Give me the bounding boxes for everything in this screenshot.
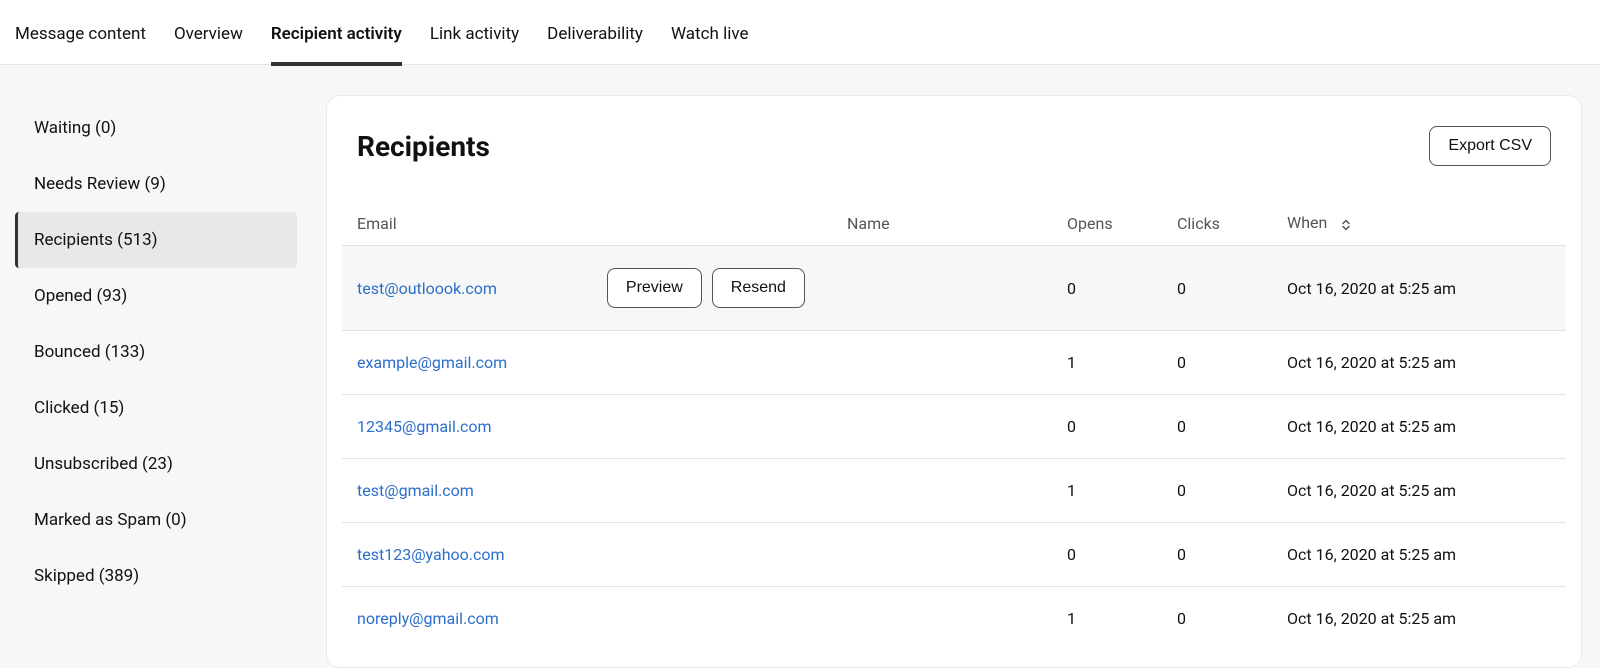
tab-recipient-activity[interactable]: Recipient activity: [271, 18, 402, 66]
resend-button[interactable]: Resend: [712, 268, 805, 308]
column-header-when-label: When: [1287, 213, 1327, 232]
recipient-name-cell: [832, 587, 1052, 651]
recipient-opens-cell: 0: [1052, 395, 1162, 459]
recipient-opens-cell: 1: [1052, 587, 1162, 651]
preview-button[interactable]: Preview: [607, 268, 702, 308]
recipient-email-link[interactable]: example@gmail.com: [357, 353, 507, 372]
sidebar-item-clicked[interactable]: Clicked (15): [15, 380, 297, 436]
recipients-panel: Recipients Export CSV Email Name Opens C…: [326, 95, 1582, 668]
table-row[interactable]: noreply@gmail.com 10Oct 16, 2020 at 5:25 …: [342, 587, 1566, 651]
recipient-clicks-cell: 0: [1162, 523, 1272, 587]
recipient-clicks-cell: 0: [1162, 395, 1272, 459]
recipient-email-link[interactable]: 12345@gmail.com: [357, 417, 492, 436]
sidebar: Waiting (0)Needs Review (9)Recipients (5…: [0, 65, 312, 668]
recipient-opens-cell: 1: [1052, 459, 1162, 523]
tab-overview[interactable]: Overview: [174, 18, 243, 66]
tab-message-content[interactable]: Message content: [15, 18, 146, 66]
column-header-when[interactable]: When: [1272, 201, 1566, 246]
table-row[interactable]: test@outloook.comPreviewResend00Oct 16, …: [342, 246, 1566, 331]
tab-watch-live[interactable]: Watch live: [671, 18, 749, 66]
recipient-name-cell: [832, 331, 1052, 395]
sidebar-item-unsubscribed[interactable]: Unsubscribed (23): [15, 436, 297, 492]
sidebar-item-waiting[interactable]: Waiting (0): [15, 100, 297, 156]
column-header-name[interactable]: Name: [832, 201, 1052, 246]
sidebar-item-needs-review[interactable]: Needs Review (9): [15, 156, 297, 212]
sidebar-item-recipients[interactable]: Recipients (513): [15, 212, 297, 268]
recipient-name-cell: [832, 395, 1052, 459]
panel-header: Recipients Export CSV: [327, 96, 1581, 176]
recipient-when-cell: Oct 16, 2020 at 5:25 am: [1272, 395, 1566, 459]
recipients-table: Email Name Opens Clicks When: [342, 201, 1566, 650]
tab-link-activity[interactable]: Link activity: [430, 18, 519, 66]
tab-deliverability[interactable]: Deliverability: [547, 18, 643, 66]
sidebar-item-bounced[interactable]: Bounced (133): [15, 324, 297, 380]
export-csv-button[interactable]: Export CSV: [1429, 126, 1551, 166]
sidebar-item-skipped[interactable]: Skipped (389): [15, 548, 297, 604]
recipient-when-cell: Oct 16, 2020 at 5:25 am: [1272, 246, 1566, 331]
column-header-email[interactable]: Email: [342, 201, 832, 246]
table-row[interactable]: 12345@gmail.com00Oct 16, 2020 at 5:25 am: [342, 395, 1566, 459]
sidebar-item-marked-as-spam[interactable]: Marked as Spam (0): [15, 492, 297, 548]
recipient-clicks-cell: 0: [1162, 331, 1272, 395]
table-wrap: Email Name Opens Clicks When: [327, 201, 1581, 650]
column-header-opens[interactable]: Opens: [1052, 201, 1162, 246]
recipient-opens-cell: 0: [1052, 246, 1162, 331]
recipient-when-cell: Oct 16, 2020 at 5:25 am: [1272, 459, 1566, 523]
recipient-clicks-cell: 0: [1162, 587, 1272, 651]
sort-icon: [1335, 214, 1353, 233]
recipient-name-cell: [832, 246, 1052, 331]
recipient-when-cell: Oct 16, 2020 at 5:25 am: [1272, 587, 1566, 651]
recipient-clicks-cell: 0: [1162, 246, 1272, 331]
table-row[interactable]: test@gmail.com 10Oct 16, 2020 at 5:25 am: [342, 459, 1566, 523]
recipient-email-link[interactable]: test@gmail.com: [357, 481, 474, 500]
column-header-clicks[interactable]: Clicks: [1162, 201, 1272, 246]
recipient-when-cell: Oct 16, 2020 at 5:25 am: [1272, 523, 1566, 587]
recipient-opens-cell: 1: [1052, 331, 1162, 395]
table-row[interactable]: example@gmail.com 10Oct 16, 2020 at 5:25 …: [342, 331, 1566, 395]
sidebar-item-opened[interactable]: Opened (93): [15, 268, 297, 324]
recipient-email-link[interactable]: test@outloook.com: [357, 279, 497, 298]
recipient-opens-cell: 0: [1052, 523, 1162, 587]
recipient-email-link[interactable]: noreply@gmail.com: [357, 609, 499, 628]
panel-title: Recipients: [357, 130, 490, 163]
recipient-when-cell: Oct 16, 2020 at 5:25 am: [1272, 331, 1566, 395]
recipient-clicks-cell: 0: [1162, 459, 1272, 523]
table-row[interactable]: test123@yahoo.com00Oct 16, 2020 at 5:25 …: [342, 523, 1566, 587]
top-tabs-bar: Message content Overview Recipient activit…: [0, 0, 1600, 65]
recipient-name-cell: [832, 459, 1052, 523]
recipient-email-link[interactable]: test123@yahoo.com: [357, 545, 505, 564]
content-area: Waiting (0)Needs Review (9)Recipients (5…: [0, 65, 1600, 668]
recipient-name-cell: [832, 523, 1052, 587]
